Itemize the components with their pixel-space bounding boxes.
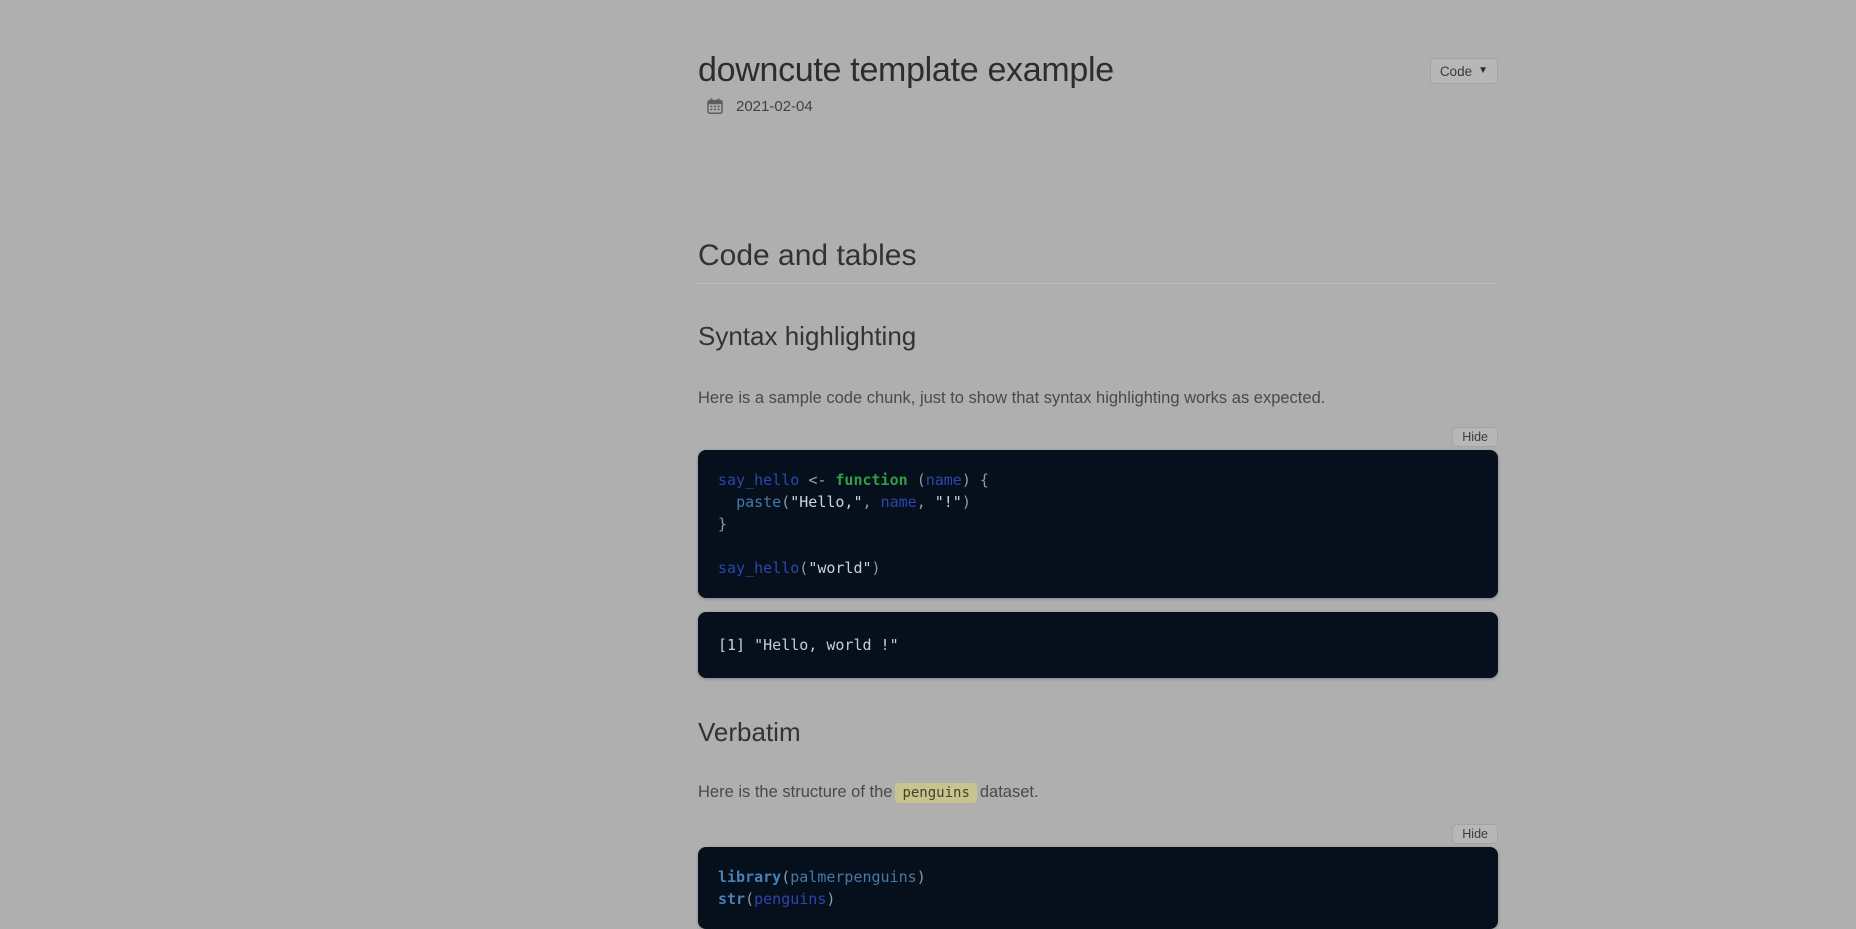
- chunk-toolbar: Hide: [698, 427, 1498, 447]
- verbatim-intro-before: Here is the structure of the: [698, 783, 893, 801]
- hide-code-button[interactable]: Hide: [1452, 427, 1498, 447]
- code-menu-button[interactable]: Code ▼: [1429, 58, 1498, 84]
- section-heading-code-and-tables: Code and tables: [698, 239, 917, 272]
- subsection-heading-syntax-highlighting: Syntax highlighting: [698, 321, 917, 351]
- calendar-icon: [707, 98, 723, 114]
- output-block: [1] "Hello, world !": [698, 612, 1498, 678]
- verbatim-intro-after: dataset.: [979, 783, 1039, 801]
- inline-code-penguins: penguins: [895, 783, 977, 803]
- code-block-say-hello: say_hello <- function (name) { paste("He…: [698, 450, 1498, 598]
- output-text: [1] "Hello, world !": [718, 636, 899, 654]
- section-divider: [698, 283, 1498, 284]
- hide-code-button[interactable]: Hide: [1452, 824, 1498, 844]
- code-block-penguins-str: library(palmerpenguins) str(penguins): [698, 847, 1498, 929]
- code-menu-label: Code: [1439, 63, 1473, 79]
- article-content: downcute template example 2021-02-04 Cod…: [698, 0, 1498, 929]
- publish-date-row: 2021-02-04: [698, 97, 1498, 115]
- syntax-highlighting-intro: Here is a sample code chunk, just to sho…: [698, 389, 1326, 407]
- verbatim-intro: Here is the structure of the penguins data…: [698, 782, 1498, 803]
- publish-date: 2021-02-04: [736, 97, 813, 115]
- subsection-heading-verbatim: Verbatim: [698, 717, 801, 747]
- chunk-toolbar: Hide: [698, 824, 1498, 844]
- page-title: downcute template example: [698, 51, 1114, 89]
- chevron-down-icon: ▼: [1478, 65, 1488, 76]
